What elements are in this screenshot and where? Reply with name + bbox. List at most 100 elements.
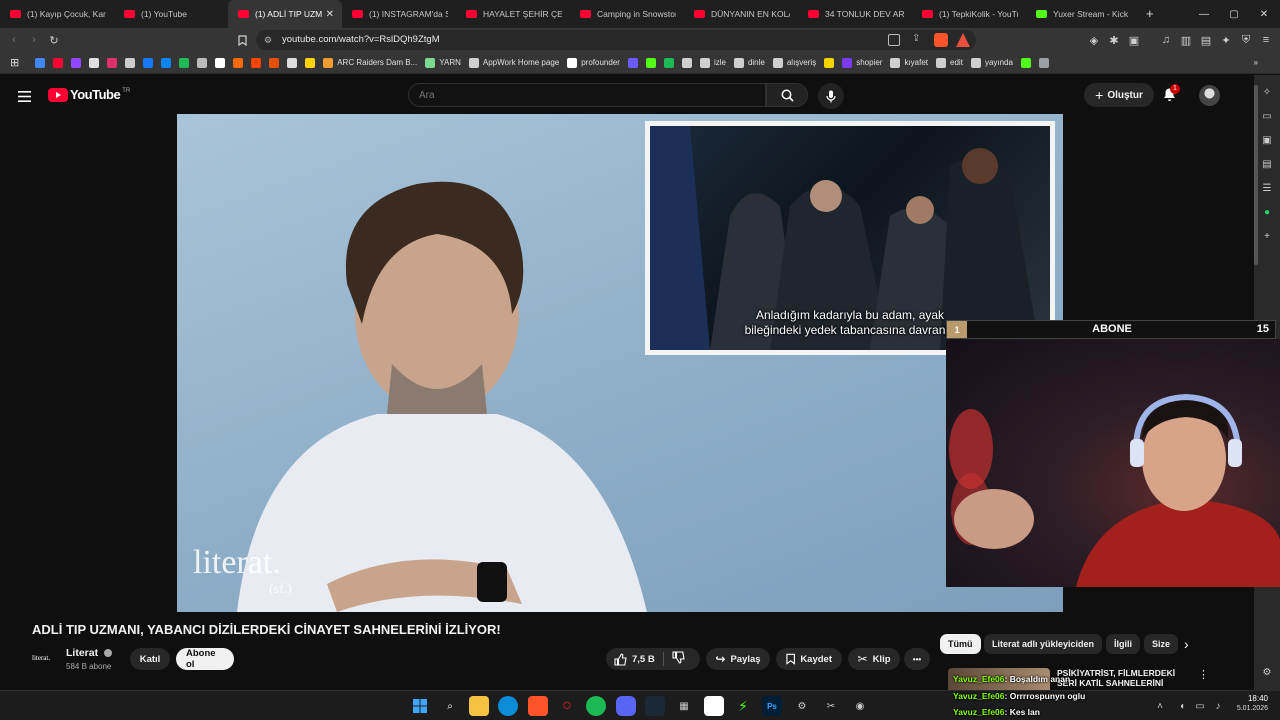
join-button[interactable]: Katıl <box>130 648 170 670</box>
snipping-tool-icon[interactable]: ✂ <box>821 696 841 716</box>
subscribe-button[interactable]: Abone ol <box>176 648 234 670</box>
bookmark-item[interactable] <box>193 54 211 72</box>
bookmark-item[interactable] <box>642 54 660 72</box>
wallet-sidebar-icon[interactable]: ▣ <box>1260 133 1274 147</box>
hamburger-menu-icon[interactable] <box>18 89 31 102</box>
whatsapp-icon[interactable]: ● <box>1260 205 1274 219</box>
related-video-title[interactable]: PSİKİYATRİST, FİLMLERDEKİ SERİ KATİL SAH… <box>1057 668 1187 688</box>
bookmark-item[interactable]: yayında <box>967 54 1017 72</box>
brave-icon[interactable] <box>528 696 548 716</box>
bookmark-item[interactable] <box>660 54 678 72</box>
settings-icon[interactable]: ⚙ <box>1260 665 1274 679</box>
media-icon[interactable]: ♫ <box>1158 32 1174 48</box>
reload-icon[interactable]: ↻ <box>46 32 62 48</box>
filter-chip[interactable]: Tümü <box>940 634 981 654</box>
notifications-button[interactable]: 1 <box>1162 84 1180 105</box>
related-more-icon[interactable]: ⋮ <box>1198 668 1209 681</box>
leo-ai-icon[interactable]: ✧ <box>1260 85 1274 99</box>
browser-tab[interactable]: (1) INSTAGRAM'da SA <box>342 0 456 28</box>
bookmark-item[interactable]: AppWork Home page <box>465 54 563 72</box>
discord-icon[interactable] <box>616 696 636 716</box>
cast-icon[interactable] <box>888 34 900 46</box>
bookmark-item[interactable]: izle <box>696 54 730 72</box>
browser-tab[interactable]: DÜNYANIN EN KOLAY <box>684 0 798 28</box>
shield-icon[interactable]: ⛨ <box>1238 32 1254 48</box>
notepad-icon[interactable] <box>704 696 724 716</box>
tray-mic-icon[interactable]: ◖ <box>1172 696 1192 716</box>
apps-icon[interactable]: ⊞ <box>6 54 23 72</box>
bookmark-item[interactable] <box>121 54 139 72</box>
bookmark-item[interactable]: profounder <box>563 54 624 72</box>
like-button[interactable]: 7,5 B <box>614 652 655 666</box>
browser-tab[interactable]: HAYALET ŞEHİR ÇERNO <box>456 0 570 28</box>
bookmarks-sidebar-icon[interactable]: ▤ <box>1260 157 1274 171</box>
reading-icon[interactable]: ▭ <box>1260 109 1274 123</box>
youtube-logo[interactable]: YouTube TR <box>48 87 130 102</box>
back-icon[interactable]: ‹ <box>6 32 22 48</box>
dislike-button[interactable] <box>672 651 685 667</box>
channel-avatar[interactable]: literat. <box>32 648 58 668</box>
bookmark-item[interactable] <box>67 54 85 72</box>
share-icon[interactable]: ⇪ <box>912 33 920 44</box>
bookmark-item[interactable] <box>157 54 175 72</box>
windows-start-icon[interactable] <box>410 696 430 716</box>
bookmark-item[interactable] <box>624 54 642 72</box>
bookmark-icon[interactable] <box>234 32 250 48</box>
site-info-icon[interactable]: ⚙ <box>264 35 274 45</box>
bookmark-item[interactable] <box>49 54 67 72</box>
browser-tab[interactable]: (1) Kayıp Çocuk, Karan <box>0 0 114 28</box>
close-window-button[interactable]: ✕ <box>1248 0 1280 28</box>
minimize-button[interactable]: — <box>1188 0 1220 28</box>
tray-chevron-icon[interactable]: ˄ <box>1150 696 1170 716</box>
wallet-icon[interactable]: ▣ <box>1126 32 1142 48</box>
more-actions-button[interactable]: ••• <box>904 648 930 670</box>
bookmark-item[interactable]: dinle <box>730 54 769 72</box>
bookmark-item[interactable] <box>1017 54 1035 72</box>
clip-button[interactable]: ✂ Klip <box>848 648 900 670</box>
bookmark-item[interactable]: kıyafet <box>886 54 932 72</box>
bookmark-item[interactable]: YARN <box>421 54 465 72</box>
forward-icon[interactable]: › <box>26 32 42 48</box>
bookmark-item[interactable] <box>265 54 283 72</box>
reading-list-icon[interactable]: ☰ <box>1260 181 1274 195</box>
bookmark-item[interactable]: alışveriş <box>769 54 820 72</box>
leo-icon[interactable]: ✦ <box>1218 32 1234 48</box>
app-icon[interactable]: ◉ <box>850 696 870 716</box>
vpn-icon[interactable]: ◈ <box>1086 32 1102 48</box>
new-tab-button[interactable]: + <box>1146 6 1154 21</box>
add-panel-icon[interactable]: + <box>1260 229 1274 243</box>
bookmark-item[interactable] <box>31 54 49 72</box>
spotify-icon[interactable] <box>586 696 606 716</box>
search-button[interactable] <box>766 83 808 107</box>
bookmark-item[interactable]: ARC Raiders Dam B... <box>319 54 421 72</box>
bookmark-item[interactable] <box>175 54 193 72</box>
bookmark-item[interactable]: shopier <box>838 54 886 72</box>
bookmark-item[interactable] <box>229 54 247 72</box>
filter-chip[interactable]: Size <box>1144 634 1179 654</box>
bookmark-item[interactable] <box>85 54 103 72</box>
browser-tab[interactable]: 34 TONLUK DEV ARAÇ <box>798 0 912 28</box>
calculator-icon[interactable]: ▦ <box>674 696 694 716</box>
share-button[interactable]: ↪ Paylaş <box>706 648 770 670</box>
browser-tab[interactable]: (1) YouTube <box>114 0 228 28</box>
settings-app-icon[interactable]: ⚙ <box>792 696 812 716</box>
browser-tab[interactable]: Camping in Snowstorm <box>570 0 684 28</box>
bookmark-item[interactable] <box>103 54 121 72</box>
bookmark-item[interactable] <box>820 54 838 72</box>
address-bar[interactable]: ⚙ youtube.com/watch?v=RslDQh9ZtgM ⇪ <box>256 30 976 50</box>
windows-search-icon[interactable]: ⌕ <box>440 696 460 716</box>
volume-icon[interactable]: ♪ <box>1208 696 1228 716</box>
browser-tab[interactable]: (1) TepkiKolik - YouTub <box>912 0 1026 28</box>
close-tab-icon[interactable]: ✕ <box>322 9 334 20</box>
bookmark-item[interactable] <box>283 54 301 72</box>
filter-chip[interactable]: Literat adlı yükleyiciden <box>984 634 1103 654</box>
file-explorer-icon[interactable] <box>469 696 489 716</box>
bookmark-item[interactable] <box>301 54 319 72</box>
browser-tab[interactable]: (1) ADLİ TIP UZMA ✕ <box>228 0 342 28</box>
avatar[interactable] <box>1199 85 1220 106</box>
edge-icon[interactable] <box>498 696 518 716</box>
save-button[interactable]: Kaydet <box>776 648 842 670</box>
extensions-icon[interactable]: ✱ <box>1106 32 1122 48</box>
bookmark-item[interactable]: edit <box>932 54 967 72</box>
bookmark-item[interactable] <box>211 54 229 72</box>
